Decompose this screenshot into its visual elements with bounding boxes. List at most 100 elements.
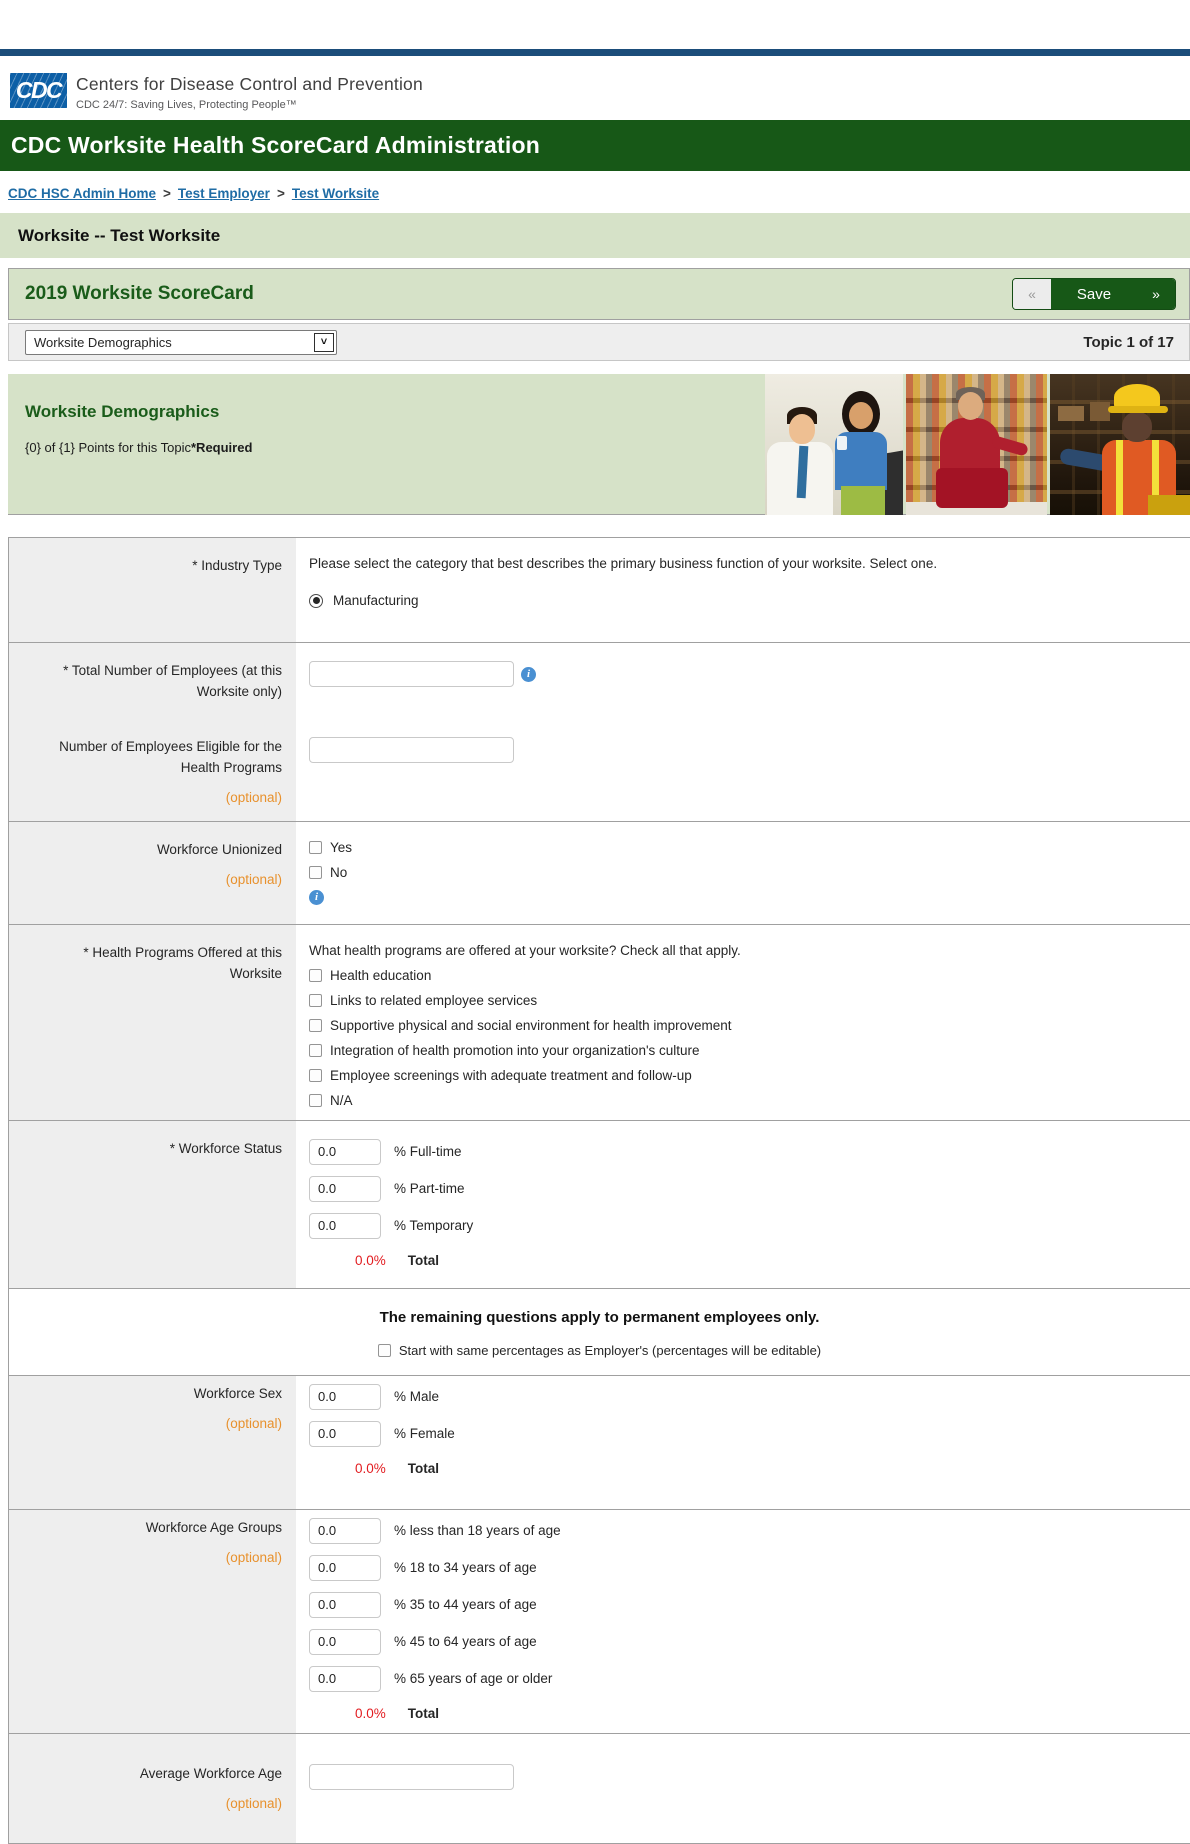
- age-45-64-input[interactable]: [309, 1629, 381, 1655]
- topic-counter: Topic 1 of 17: [1083, 334, 1174, 351]
- unionized-info-row: i: [309, 890, 1176, 905]
- parttime-percent-input[interactable]: [309, 1176, 381, 1202]
- app-title-banner: CDC Worksite Health ScoreCard Administra…: [0, 120, 1190, 171]
- eligible-employees-label: Number of Employees Eligible for the Hea…: [35, 737, 282, 779]
- manufacturing-radio-label: Manufacturing: [333, 593, 419, 608]
- same-percentages-checkbox[interactable]: [378, 1344, 391, 1357]
- breadcrumb-link-worksite[interactable]: Test Worksite: [292, 186, 379, 201]
- info-icon[interactable]: i: [309, 890, 324, 905]
- age-under18-row: % less than 18 years of age: [309, 1518, 1176, 1544]
- worksite-title: Worksite -- Test Worksite: [18, 226, 220, 246]
- same-percentages-label: Start with same percentages as Employer'…: [399, 1343, 821, 1358]
- points-text: {0} of {1} Points for this Topic: [25, 440, 191, 455]
- unionized-yes-checkbox[interactable]: [309, 841, 322, 854]
- row-workforce-unionized: Workforce Unionized (optional) Yes No i: [9, 822, 1190, 925]
- required-note: *Required: [191, 440, 252, 455]
- workforce-sex-total: 0.0% Total: [309, 1461, 1176, 1476]
- health-program-option: N/A: [309, 1093, 1176, 1108]
- age-18-34-row: % 18 to 34 years of age: [309, 1555, 1176, 1581]
- permanent-note-text: The remaining questions apply to permane…: [9, 1309, 1190, 1326]
- info-icon[interactable]: i: [521, 667, 536, 682]
- na-checkbox[interactable]: [309, 1094, 322, 1107]
- workforce-sex-label: Workforce Sex: [35, 1384, 282, 1405]
- photo-grocery-worker: [906, 374, 1047, 515]
- temporary-percent-input[interactable]: [309, 1213, 381, 1239]
- save-button[interactable]: Save: [1051, 279, 1137, 309]
- worksite-title-band: Worksite -- Test Worksite: [0, 213, 1190, 258]
- employee-services-checkbox[interactable]: [309, 994, 322, 1007]
- agency-name: Centers for Disease Control and Preventi…: [76, 74, 423, 95]
- female-percent-input[interactable]: [309, 1421, 381, 1447]
- breadcrumb: CDC HSC Admin Home>Test Employer>Test Wo…: [8, 186, 1190, 201]
- status-total-label: Total: [408, 1253, 439, 1268]
- average-age-input[interactable]: [309, 1764, 514, 1790]
- topic-photo-strip: [765, 374, 1190, 515]
- male-row: % Male: [309, 1384, 1176, 1410]
- age-35-44-row: % 35 to 44 years of age: [309, 1592, 1176, 1618]
- topic-header-panel: Worksite Demographics {0} of {1} Points …: [8, 374, 1190, 515]
- average-age-label: Average Workforce Age: [35, 1764, 282, 1785]
- save-button-group: « Save »: [1012, 278, 1176, 310]
- topic-title: Worksite Demographics: [25, 402, 219, 422]
- agency-tagline: CDC 24/7: Saving Lives, Protecting Peopl…: [76, 99, 423, 111]
- topic-navigation-bar: Worksite Demographics ˅ Topic 1 of 17: [8, 323, 1190, 361]
- topic-select[interactable]: Worksite Demographics ˅: [25, 330, 337, 355]
- unionized-label: Workforce Unionized: [35, 840, 282, 861]
- age-groups-label: Workforce Age Groups: [35, 1518, 282, 1539]
- cdc-logo[interactable]: CDC: [10, 73, 67, 108]
- temporary-row: % Temporary: [309, 1213, 1176, 1239]
- manufacturing-radio[interactable]: [309, 594, 323, 608]
- integration-culture-checkbox[interactable]: [309, 1044, 322, 1057]
- health-program-option: Integration of health promotion into you…: [309, 1043, 1176, 1058]
- row-health-programs: * Health Programs Offered at this Worksi…: [9, 925, 1190, 1121]
- employee-screenings-checkbox[interactable]: [309, 1069, 322, 1082]
- workforce-sex-optional: (optional): [35, 1414, 282, 1435]
- row-permanent-note: The remaining questions apply to permane…: [9, 1289, 1190, 1376]
- row-workforce-status: * Workforce Status % Full-time % Part-ti…: [9, 1121, 1190, 1289]
- scorecard-panel: 2019 Worksite ScoreCard « Save » Worksit…: [8, 268, 1190, 361]
- chevron-left-icon: «: [1028, 286, 1036, 302]
- row-average-age: Average Workforce Age (optional): [9, 1734, 1190, 1844]
- photo-office-workers: [765, 374, 903, 515]
- photo-warehouse-worker: [1050, 374, 1190, 515]
- unionized-option-yes: Yes: [309, 840, 1176, 855]
- fulltime-percent-input[interactable]: [309, 1139, 381, 1165]
- age-18-34-input[interactable]: [309, 1555, 381, 1581]
- row-workforce-sex: Workforce Sex (optional) % Male % Female…: [9, 1376, 1190, 1510]
- same-percentages-row: Start with same percentages as Employer'…: [9, 1343, 1190, 1358]
- row-industry-type: * Industry Type Please select the catego…: [9, 538, 1190, 643]
- industry-type-label: * Industry Type: [9, 538, 296, 642]
- breadcrumb-separator: >: [277, 186, 285, 201]
- age-groups-total: 0.0% Total: [309, 1706, 1176, 1721]
- topic-points-line: {0} of {1} Points for this Topic*Require…: [25, 440, 252, 455]
- male-percent-input[interactable]: [309, 1384, 381, 1410]
- total-employees-input[interactable]: [309, 661, 514, 687]
- supportive-environment-checkbox[interactable]: [309, 1019, 322, 1032]
- sex-total-value: 0.0%: [355, 1461, 386, 1476]
- age-35-44-input[interactable]: [309, 1592, 381, 1618]
- row-employee-counts: * Total Number of Employees (at this Wor…: [9, 643, 1190, 822]
- eligible-employees-input[interactable]: [309, 737, 514, 763]
- average-age-optional: (optional): [35, 1794, 282, 1815]
- dropdown-arrow-icon[interactable]: ˅: [314, 333, 334, 352]
- previous-topic-button[interactable]: «: [1013, 279, 1051, 309]
- topic-select-value: Worksite Demographics: [34, 335, 172, 350]
- sex-total-label: Total: [408, 1461, 439, 1476]
- female-row: % Female: [309, 1421, 1176, 1447]
- age-under18-input[interactable]: [309, 1518, 381, 1544]
- scorecard-title: 2019 Worksite ScoreCard: [9, 283, 254, 305]
- industry-type-prompt: Please select the category that best des…: [309, 556, 1176, 571]
- unionized-no-checkbox[interactable]: [309, 866, 322, 879]
- health-programs-prompt: What health programs are offered at your…: [309, 943, 1176, 958]
- health-education-checkbox[interactable]: [309, 969, 322, 982]
- age-65plus-input[interactable]: [309, 1666, 381, 1692]
- top-whitespace: [0, 0, 1190, 49]
- workforce-status-label: * Workforce Status: [9, 1121, 296, 1288]
- status-total-value: 0.0%: [355, 1253, 386, 1268]
- breadcrumb-link-admin-home[interactable]: CDC HSC Admin Home: [8, 186, 156, 201]
- app-title: CDC Worksite Health ScoreCard Administra…: [11, 132, 540, 159]
- next-topic-button[interactable]: »: [1137, 279, 1175, 309]
- breadcrumb-link-employer[interactable]: Test Employer: [178, 186, 270, 201]
- health-program-option: Employee screenings with adequate treatm…: [309, 1068, 1176, 1083]
- age-45-64-row: % 45 to 64 years of age: [309, 1629, 1176, 1655]
